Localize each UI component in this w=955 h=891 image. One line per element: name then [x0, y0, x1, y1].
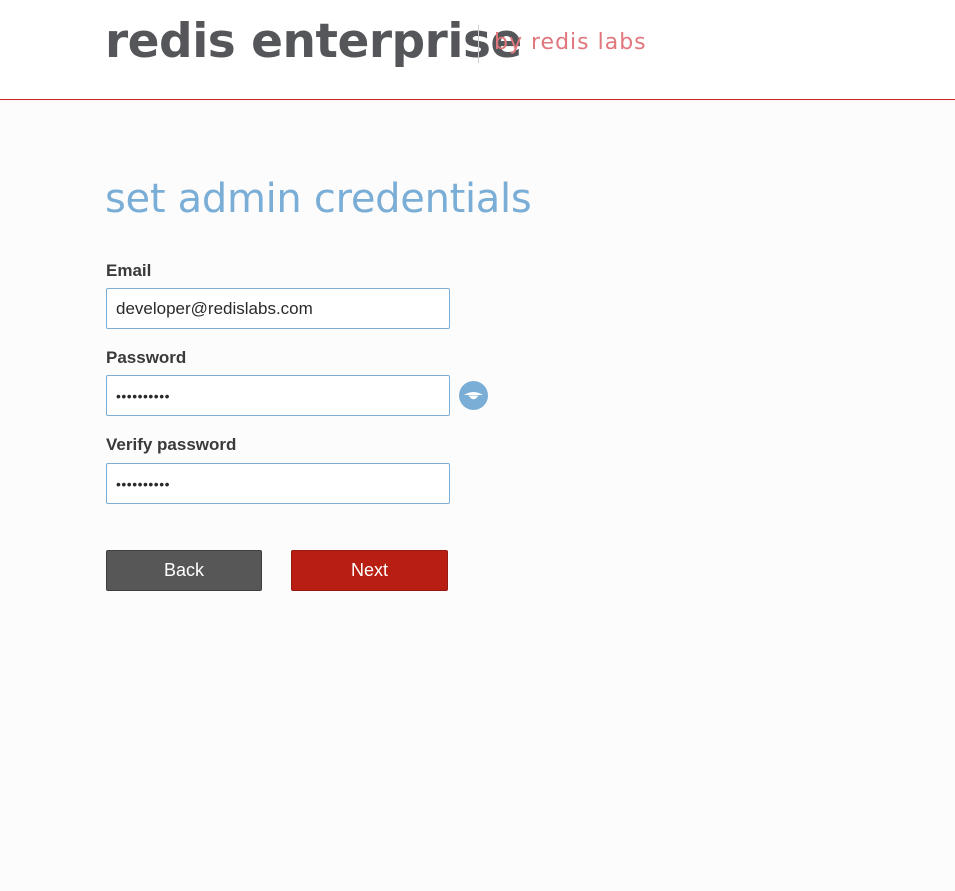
verify-password-field[interactable]: [106, 463, 450, 504]
eye-icon: [464, 392, 483, 400]
email-field[interactable]: [106, 288, 450, 329]
password-field[interactable]: [106, 375, 450, 416]
verify-password-label: Verify password: [106, 435, 237, 454]
logo-divider: [478, 25, 479, 63]
back-button[interactable]: Back: [106, 550, 262, 591]
password-label: Password: [106, 348, 187, 367]
show-password-toggle[interactable]: [459, 381, 488, 410]
app-header: redis enterprise by redis labs: [0, 0, 955, 100]
next-button[interactable]: Next: [291, 550, 448, 591]
logo-by-redis-labs: by redis labs: [494, 30, 647, 55]
email-label: Email: [106, 261, 152, 280]
page-title: set admin credentials: [105, 176, 532, 222]
logo-redis-enterprise: redis enterprise: [105, 14, 522, 69]
